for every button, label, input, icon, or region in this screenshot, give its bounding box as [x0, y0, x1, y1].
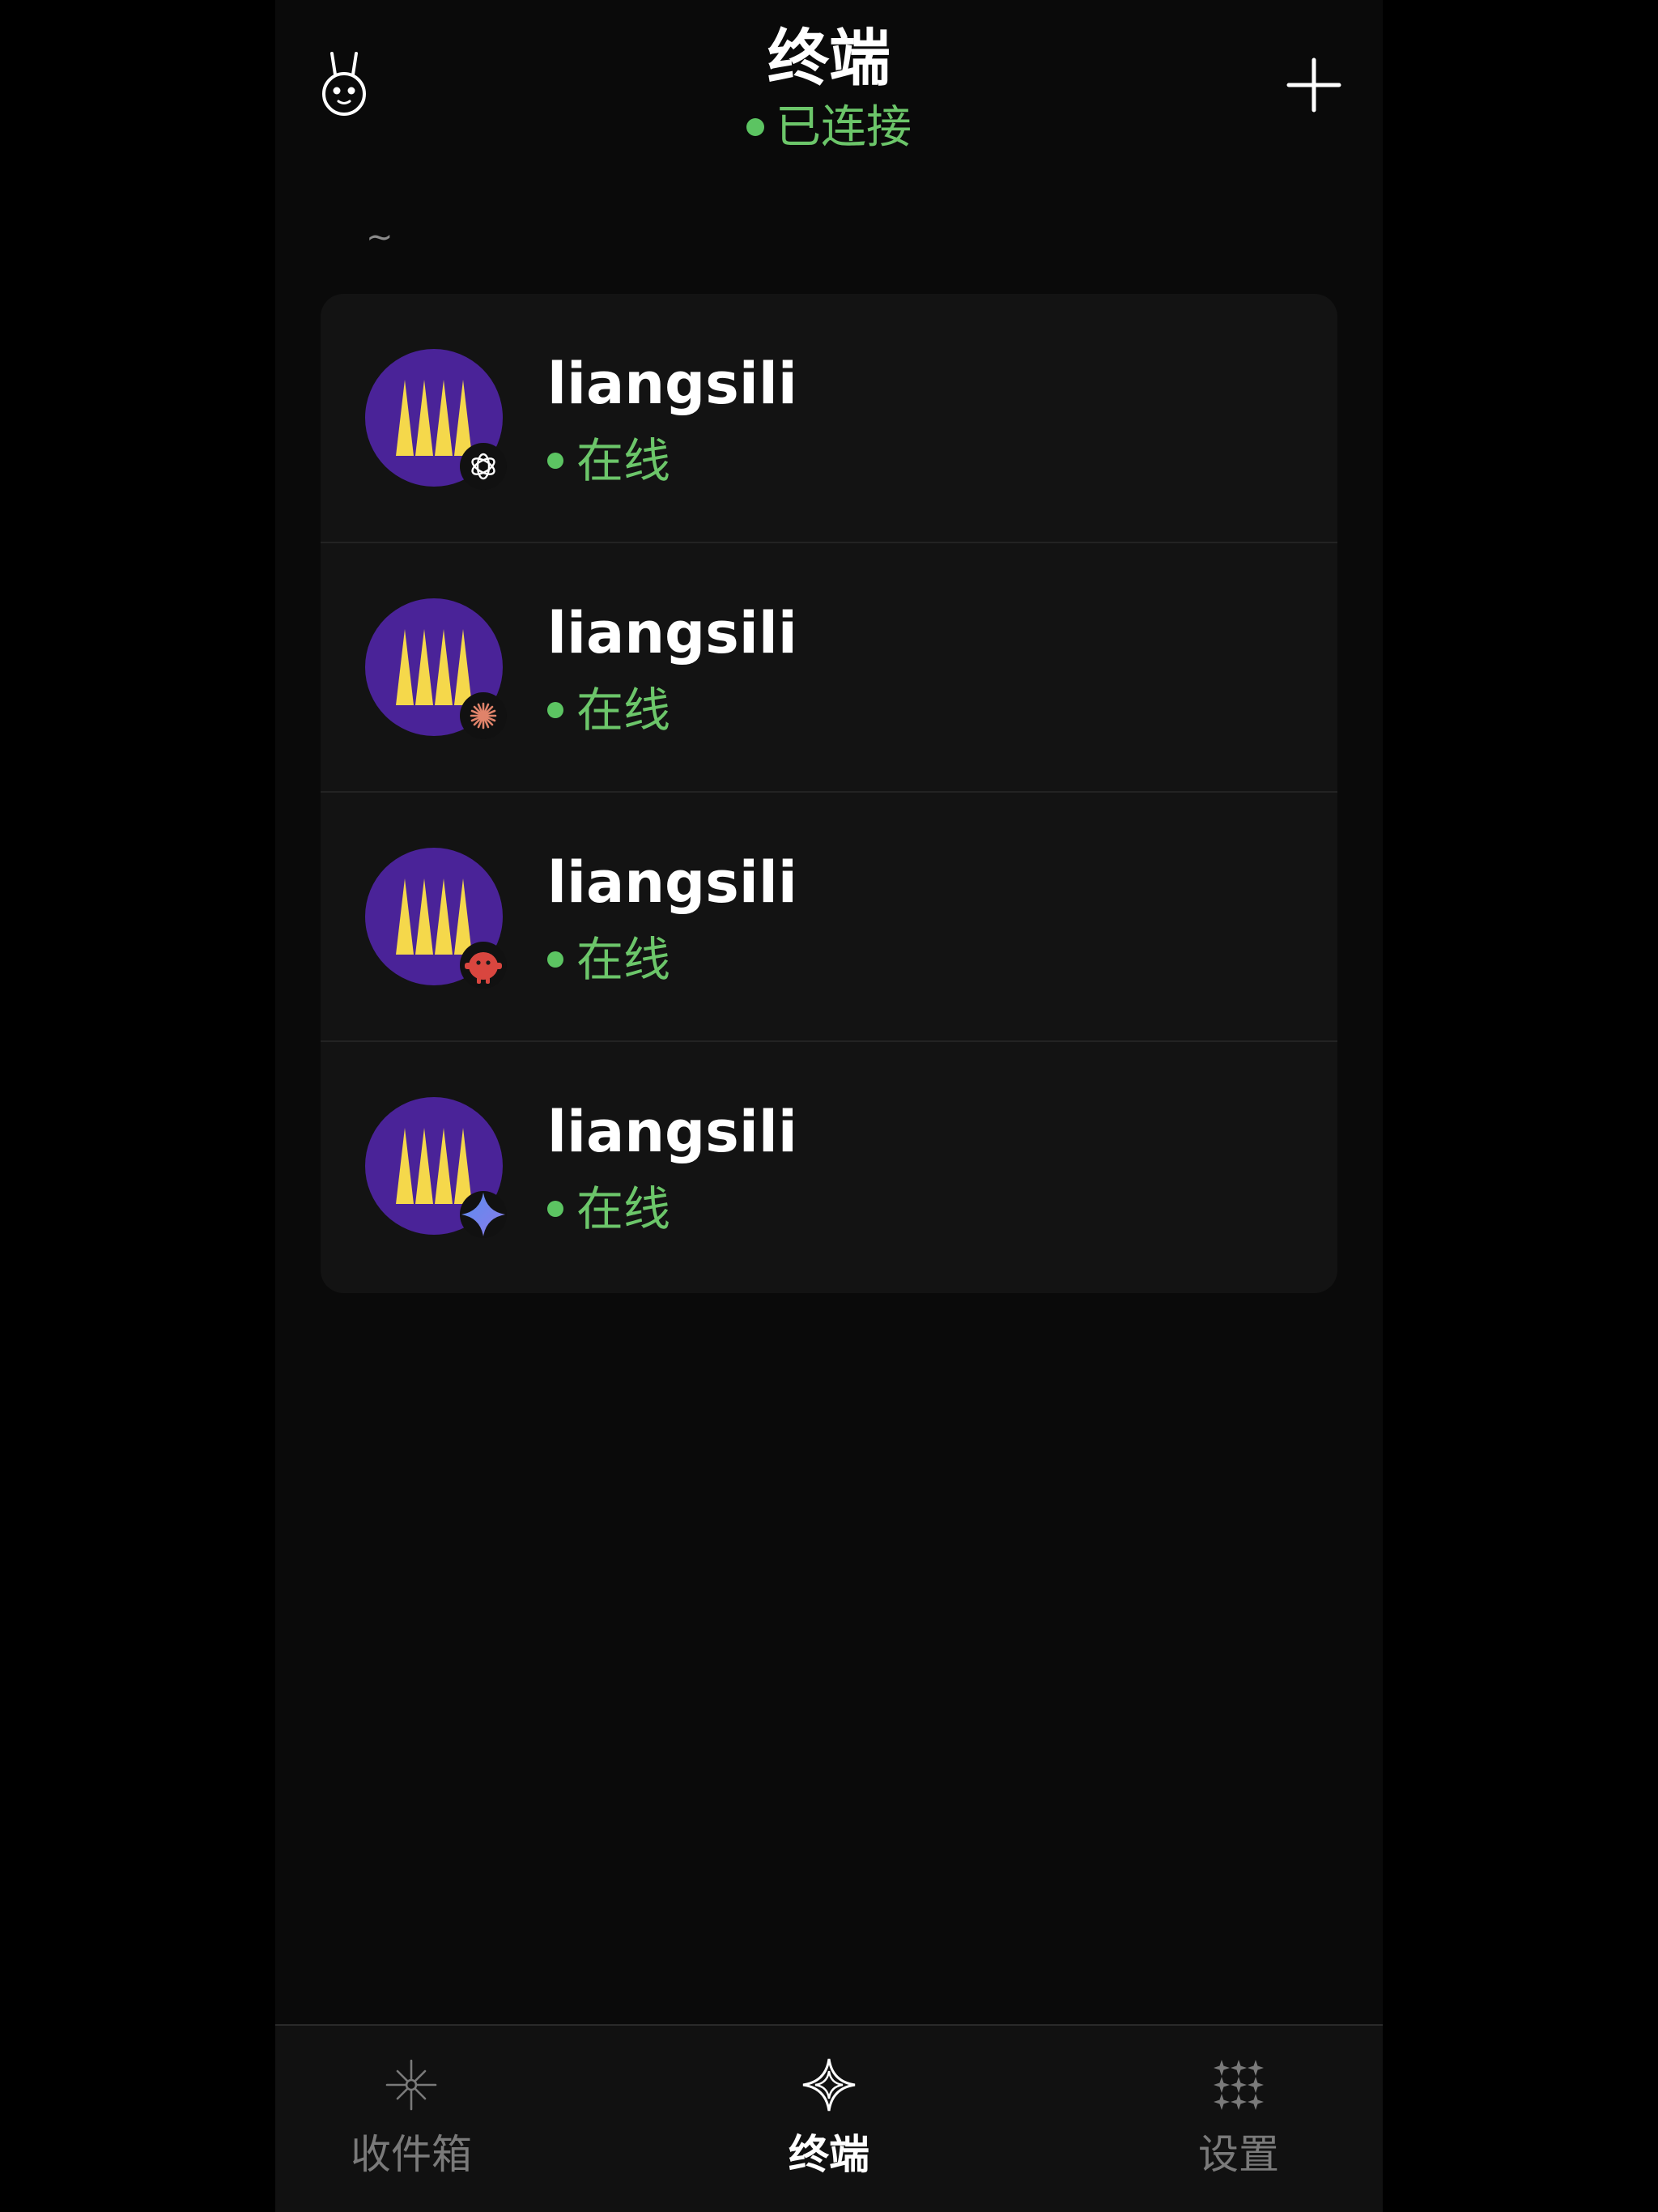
red-bot-icon [460, 942, 507, 989]
add-session-button[interactable] [1286, 57, 1342, 113]
terminal-star-icon [801, 2057, 857, 2113]
session-status: 在线 [547, 1178, 670, 1240]
connection-status: 已连接 [275, 97, 1383, 159]
online-dot [547, 452, 563, 469]
gemini-icon [460, 1191, 507, 1238]
tab-label: 设置 [1198, 2131, 1279, 2178]
online-dot [547, 701, 563, 718]
session-list: liangsili 在线 liangsili 在线 liangsili 在线 l… [321, 294, 1337, 1293]
plus-icon [1286, 57, 1341, 113]
app-frame: 终端 已连接 ~ liangsili 在线 liangsili 在线 liang… [275, 0, 1383, 2212]
session-row[interactable]: liangsili 在线 [321, 793, 1337, 1042]
session-status-text: 在线 [576, 932, 671, 987]
claude-icon [460, 692, 507, 739]
session-name: liangsili [547, 1099, 797, 1165]
session-status-text: 在线 [576, 683, 671, 738]
connection-dot [746, 117, 764, 136]
session-status-text: 在线 [576, 1181, 671, 1236]
online-dot [547, 1200, 563, 1217]
session-row[interactable]: liangsili 在线 [321, 294, 1337, 543]
tab-settings[interactable]: 设置 [1117, 2026, 1360, 2212]
settings-grid-icon [1210, 2057, 1267, 2113]
tab-label: 终端 [789, 2131, 869, 2178]
session-row[interactable]: liangsili 在线 [321, 1042, 1337, 1291]
inbox-sparkle-icon [383, 2057, 440, 2113]
tab-inbox[interactable]: 收件箱 [290, 2026, 533, 2212]
session-status: 在线 [547, 430, 670, 491]
session-status-text: 在线 [576, 433, 671, 488]
online-dot [547, 951, 563, 968]
tab-label: 收件箱 [351, 2131, 472, 2178]
session-name: liangsili [547, 351, 797, 417]
directory-label: ~ [366, 219, 393, 256]
openai-icon [460, 443, 507, 490]
connection-status-text: 已连接 [776, 101, 912, 154]
session-status: 在线 [547, 679, 670, 741]
session-row[interactable]: liangsili 在线 [321, 543, 1337, 793]
session-name: liangsili [547, 600, 797, 666]
header: 终端 已连接 [275, 0, 1383, 170]
page-title: 终端 [767, 22, 891, 94]
tab-terminal[interactable]: 终端 [708, 2026, 950, 2212]
tab-bar: 收件箱 终端 设置 [275, 2024, 1383, 2212]
session-name: liangsili [547, 849, 797, 916]
session-status: 在线 [547, 929, 670, 990]
